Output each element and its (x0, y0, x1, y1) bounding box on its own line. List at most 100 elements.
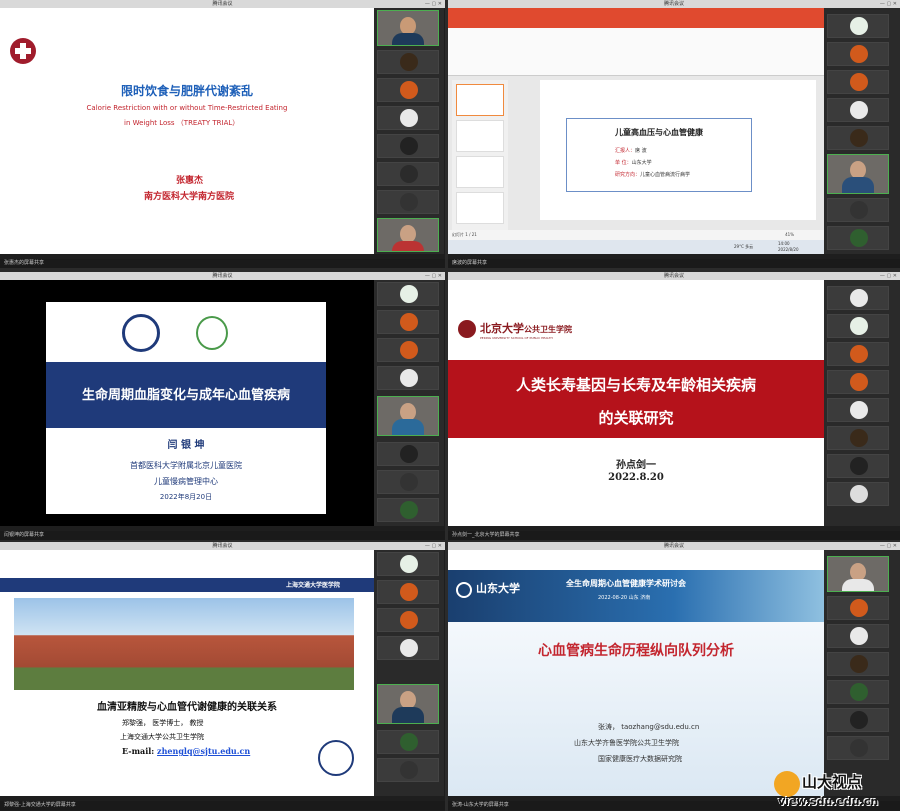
pku-logo-icon (458, 320, 476, 338)
participant-tile[interactable] (827, 426, 889, 450)
participant-tile[interactable] (377, 580, 439, 604)
participant-tile[interactable] (827, 652, 889, 676)
shared-slide: 山东大学 全生命周期心血管健康学术研讨会 2022-08-20 山东 济南 心血… (448, 550, 824, 796)
participant-tile[interactable] (827, 398, 889, 422)
meeting-window-4: 腾讯会议 — ▢ ✕ 北京大学公共卫生学院 PEKING UNIVERSITY S… (448, 272, 900, 540)
participant-tile[interactable] (377, 498, 439, 522)
speaker-dept: 儿童慢病管理中心 (154, 477, 218, 486)
sdu-logo-icon (456, 582, 472, 598)
participant-sidebar (824, 280, 900, 526)
window-titlebar: 腾讯会议 — ▢ ✕ (448, 272, 900, 280)
participant-tile[interactable] (377, 162, 439, 186)
participant-tile[interactable] (827, 482, 889, 506)
slide-canvas: 生命周期血脂变化与成年心血管疾病 闫 银 坤 首都医科大学附属北京儿童医院 儿童… (46, 302, 326, 514)
speaker-org-1: 山东大学齐鲁医学院公共卫生学院 (574, 739, 679, 747)
participant-tile[interactable] (377, 636, 439, 660)
title-band: 人类长寿基因与长寿及年龄相关疾病 的关联研究 (448, 360, 824, 438)
conference-name: 全生命周期心血管健康学术研讨会 (566, 579, 686, 588)
school-name: 上海交通大学医学院 (286, 582, 341, 589)
participant-tile[interactable] (377, 190, 439, 214)
participant-tile[interactable] (377, 338, 439, 362)
participant-video[interactable] (377, 396, 439, 436)
participant-tile[interactable] (827, 370, 889, 394)
participant-tile[interactable] (827, 126, 889, 150)
participant-video[interactable] (377, 218, 439, 252)
speaker-name: 闫 银 坤 (167, 440, 205, 451)
participant-sidebar (374, 550, 444, 796)
slide-title: 儿童高血压与心血管健康 (615, 128, 703, 137)
slide-thumbnails[interactable] (452, 80, 508, 230)
participant-tile[interactable] (827, 198, 889, 222)
school-seal-icon (318, 740, 354, 776)
speaker-name: 郑黎强， 医学博士， 教授 (122, 719, 204, 727)
participant-tile[interactable] (377, 552, 439, 576)
participant-tile[interactable] (827, 42, 889, 66)
meeting-window-2: 腾讯会议 — ▢ ✕ 儿童高血压与心血管健康 汇报人：席 波 单 位：山东大学 研… (448, 0, 900, 268)
share-footer: 张惠杰的屏幕共享 (0, 259, 445, 268)
share-footer: 闫银坤的屏幕共享 (0, 531, 445, 540)
shared-slide: 上海交通大学医学院 血清亚精胺与心血管代谢健康的关联关系 郑黎强， 医学博士， … (0, 550, 374, 796)
participant-tile[interactable] (827, 286, 889, 310)
slide-title: 血清亚精胺与心血管代谢健康的关联关系 (97, 702, 277, 713)
participant-tile[interactable] (377, 50, 439, 74)
participant-tile[interactable] (827, 624, 889, 648)
taskbar[interactable]: 29°C 多云 14:00 2022/8/20 (448, 240, 824, 254)
slide-canvas[interactable]: 儿童高血压与心血管健康 汇报人：席 波 单 位：山东大学 研究方向：儿童心血管病… (540, 80, 816, 220)
slide-date: 2022年8月20日 (159, 493, 213, 501)
shared-slide: 北京大学公共卫生学院 PEKING UNIVERSITY SCHOOL OF P… (448, 280, 824, 526)
shared-slide: 生命周期血脂变化与成年心血管疾病 闫 银 坤 首都医科大学附属北京儿童医院 儿童… (0, 280, 374, 526)
slide-subtitle-1: Calorie Restriction with or without Time… (86, 104, 288, 112)
email-link[interactable]: zhenglq@sjtu.edu.cn (157, 746, 250, 756)
participant-tile[interactable] (377, 758, 439, 782)
meeting-window-3: 腾讯会议 — ▢ ✕ 生命周期血脂变化与成年心血管疾病 闫 银 坤 首都医科大学附… (0, 272, 445, 540)
participant-video[interactable] (377, 684, 439, 724)
speaker-org-2: 国家健康医疗大数据研究院 (598, 755, 682, 763)
school-name: 山东大学 (476, 582, 520, 595)
school-en: PEKING UNIVERSITY SCHOOL OF PUBLIC HEALT… (480, 336, 553, 340)
participant-tile[interactable] (377, 310, 439, 334)
participant-sidebar (824, 550, 900, 796)
participant-video[interactable] (827, 154, 889, 194)
participant-tile[interactable] (377, 470, 439, 494)
participant-tile[interactable] (377, 106, 439, 130)
share-footer: 郑黎强-上海交通大学的屏幕共享 (0, 801, 445, 810)
ppt-statusbar: 幻灯片 1 / 21 41% (448, 230, 824, 240)
participant-tile[interactable] (377, 366, 439, 390)
participant-tile[interactable] (827, 596, 889, 620)
speaker-org: 首都医科大学附属北京儿童医院 (130, 461, 242, 470)
participant-tile[interactable] (827, 226, 889, 250)
participant-video[interactable] (377, 10, 439, 46)
title-box: 儿童高血压与心血管健康 汇报人：席 波 单 位：山东大学 研究方向：儿童心血管病… (566, 118, 752, 192)
participant-tile[interactable] (827, 736, 889, 760)
participant-tile[interactable] (377, 730, 439, 754)
participant-tile[interactable] (827, 454, 889, 478)
participant-sidebar (374, 280, 444, 526)
participant-tile[interactable] (827, 14, 889, 38)
participant-tile[interactable] (827, 98, 889, 122)
email-row: E-mail: zhenglq@sjtu.edu.cn (122, 746, 251, 756)
ppt-ribbon (448, 8, 824, 28)
slide-subtitle-2: in Weight Loss （TREATY TRIAL） (124, 119, 240, 127)
participant-tile[interactable] (377, 78, 439, 102)
participant-tile[interactable] (827, 680, 889, 704)
participant-tile[interactable] (377, 282, 439, 306)
hospital-logo-icon (10, 38, 36, 64)
hospital-logo-icon (122, 314, 160, 352)
meeting-window-5: 腾讯会议 — ▢ ✕ 上海交通大学医学院 血清亚精胺与心血管代谢健康的关联关系 郑… (0, 542, 445, 811)
share-footer: 席波的屏幕共享 (448, 259, 900, 268)
meeting-window-1: 腾讯会议 — ▢ ✕ 限时饮食与肥胖代谢紊乱 Calorie Restrictio… (0, 0, 445, 268)
participant-tile[interactable] (827, 708, 889, 732)
slide-date: 2022.8.20 (608, 472, 664, 483)
participant-sidebar (824, 8, 900, 254)
share-footer: 孙点剑一_北京大学的屏幕共享 (448, 531, 900, 540)
participant-video[interactable] (827, 556, 889, 592)
participant-tile[interactable] (377, 134, 439, 158)
speaker-name: 孙点剑一 (616, 460, 656, 471)
participant-tile[interactable] (377, 442, 439, 466)
ppt-toolbar[interactable] (448, 28, 824, 76)
participant-tile[interactable] (827, 314, 889, 338)
participant-tile[interactable] (827, 70, 889, 94)
window-titlebar: 腾讯会议 — ▢ ✕ (0, 272, 445, 280)
participant-tile[interactable] (377, 608, 439, 632)
participant-tile[interactable] (827, 342, 889, 366)
